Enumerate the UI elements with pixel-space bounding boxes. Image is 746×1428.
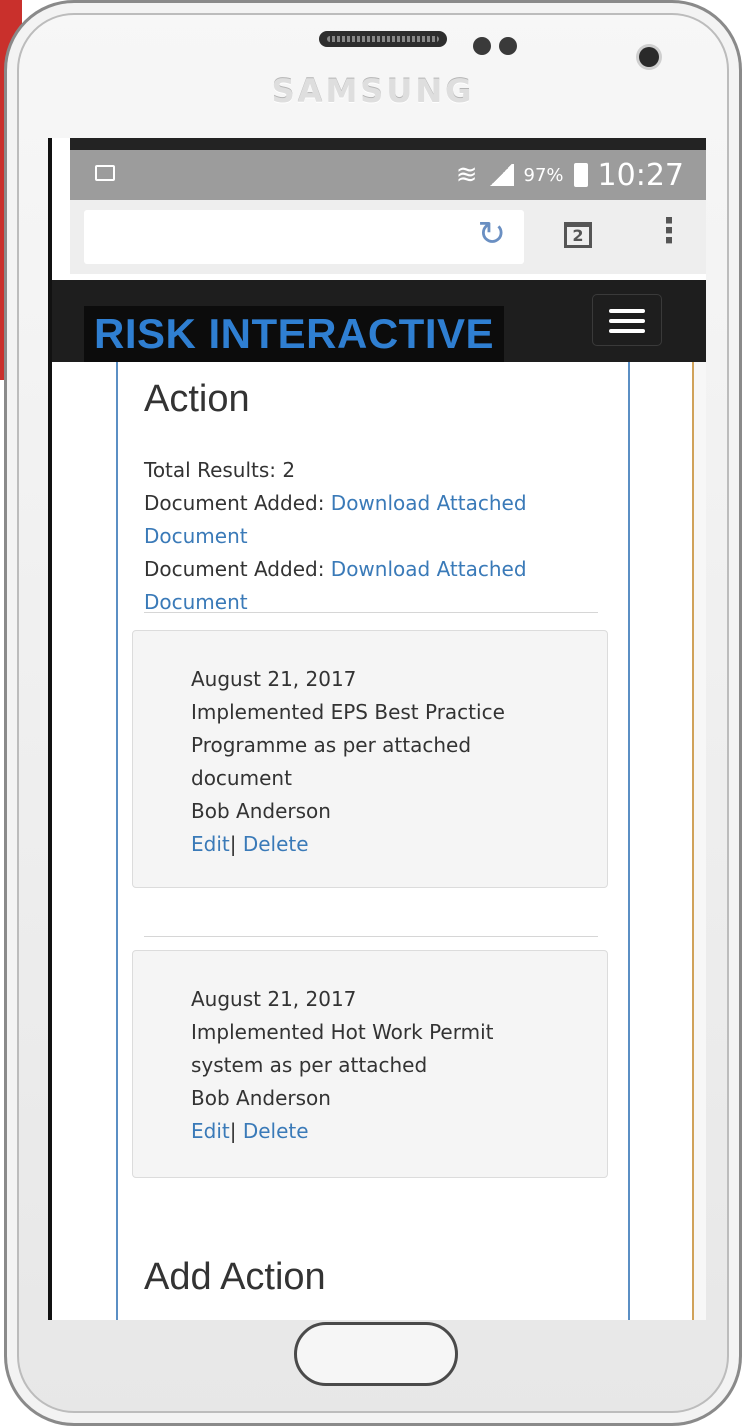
proximity-sensor <box>473 37 491 55</box>
add-action-title: Add Action <box>144 1256 326 1298</box>
tabs-button[interactable]: 2 <box>564 222 592 248</box>
action-description-line: Implemented EPS Best Practice <box>191 700 505 724</box>
download-link[interactable]: Download Attached <box>331 491 527 515</box>
document-entry: Document Added: Download Attached Docume… <box>144 553 584 619</box>
image-icon <box>95 165 115 181</box>
action-panel: Action Total Results: 2 Document Added: … <box>116 362 630 1320</box>
divider <box>144 612 598 613</box>
earpiece-speaker <box>319 31 447 47</box>
link-separator: | <box>229 832 237 856</box>
download-link[interactable]: Download Attached <box>331 557 527 581</box>
browser-toolbar: ↻ 2 ⋮ <box>70 200 706 274</box>
download-link-continued[interactable]: Document <box>144 524 248 548</box>
overflow-menu-icon[interactable]: ⋮ <box>652 214 686 248</box>
divider <box>144 936 598 937</box>
results-summary: Total Results: 2 Document Added: Downloa… <box>144 454 584 619</box>
delete-link[interactable]: Delete <box>243 832 309 856</box>
page-edge <box>692 362 706 1320</box>
light-sensor <box>499 37 517 55</box>
signal-icon <box>487 164 514 186</box>
reload-icon[interactable]: ↻ <box>478 214 507 254</box>
action-description-line: Implemented Hot Work Permit <box>191 1020 494 1044</box>
home-button[interactable] <box>294 1322 458 1386</box>
action-description-line: system as per attached <box>191 1053 428 1077</box>
action-links: Edit| Delete <box>191 1115 587 1148</box>
edit-link[interactable]: Edit <box>191 832 230 856</box>
battery-icon <box>573 163 588 187</box>
status-bar: ≋ 97% 10:27 <box>70 138 706 200</box>
site-navbar: RISK INTERACTIVE <box>52 280 706 362</box>
action-author: Bob Anderson <box>191 799 331 823</box>
battery-percent: 97% <box>523 164 564 186</box>
action-links: Edit| Delete <box>191 828 587 861</box>
delete-link[interactable]: Delete <box>243 1119 309 1143</box>
document-label: Document Added: <box>144 557 331 581</box>
status-icons: ≋ 97% 10:27 <box>456 150 684 200</box>
action-description-line: document <box>191 766 292 790</box>
action-author: Bob Anderson <box>191 1086 331 1110</box>
action-date: August 21, 2017 <box>191 987 357 1011</box>
action-description-line: Programme as per attached <box>191 733 472 757</box>
document-label: Document Added: <box>144 491 331 515</box>
action-card: August 21, 2017 Implemented Hot Work Per… <box>132 950 608 1178</box>
link-separator: | <box>229 1119 237 1143</box>
phone-screen: ≋ 97% 10:27 ↻ 2 ⋮ RISK INTERACTIVE Actio… <box>48 138 706 1320</box>
front-camera <box>639 47 659 67</box>
total-results: Total Results: 2 <box>144 458 296 482</box>
url-input[interactable]: ↻ <box>84 210 524 264</box>
edit-link[interactable]: Edit <box>191 1119 230 1143</box>
download-link-continued[interactable]: Document <box>144 590 248 614</box>
action-card: August 21, 2017 Implemented EPS Best Pra… <box>132 630 608 888</box>
action-date: August 21, 2017 <box>191 667 357 691</box>
document-entry: Document Added: Download Attached Docume… <box>144 487 584 553</box>
site-logo[interactable]: RISK INTERACTIVE <box>84 306 505 362</box>
hamburger-icon[interactable] <box>592 294 662 346</box>
wifi-icon: ≋ <box>455 160 478 190</box>
brand-logo: SAMSUNG <box>271 72 475 110</box>
page-title: Action <box>144 378 250 420</box>
status-clock: 10:27 <box>597 157 684 193</box>
